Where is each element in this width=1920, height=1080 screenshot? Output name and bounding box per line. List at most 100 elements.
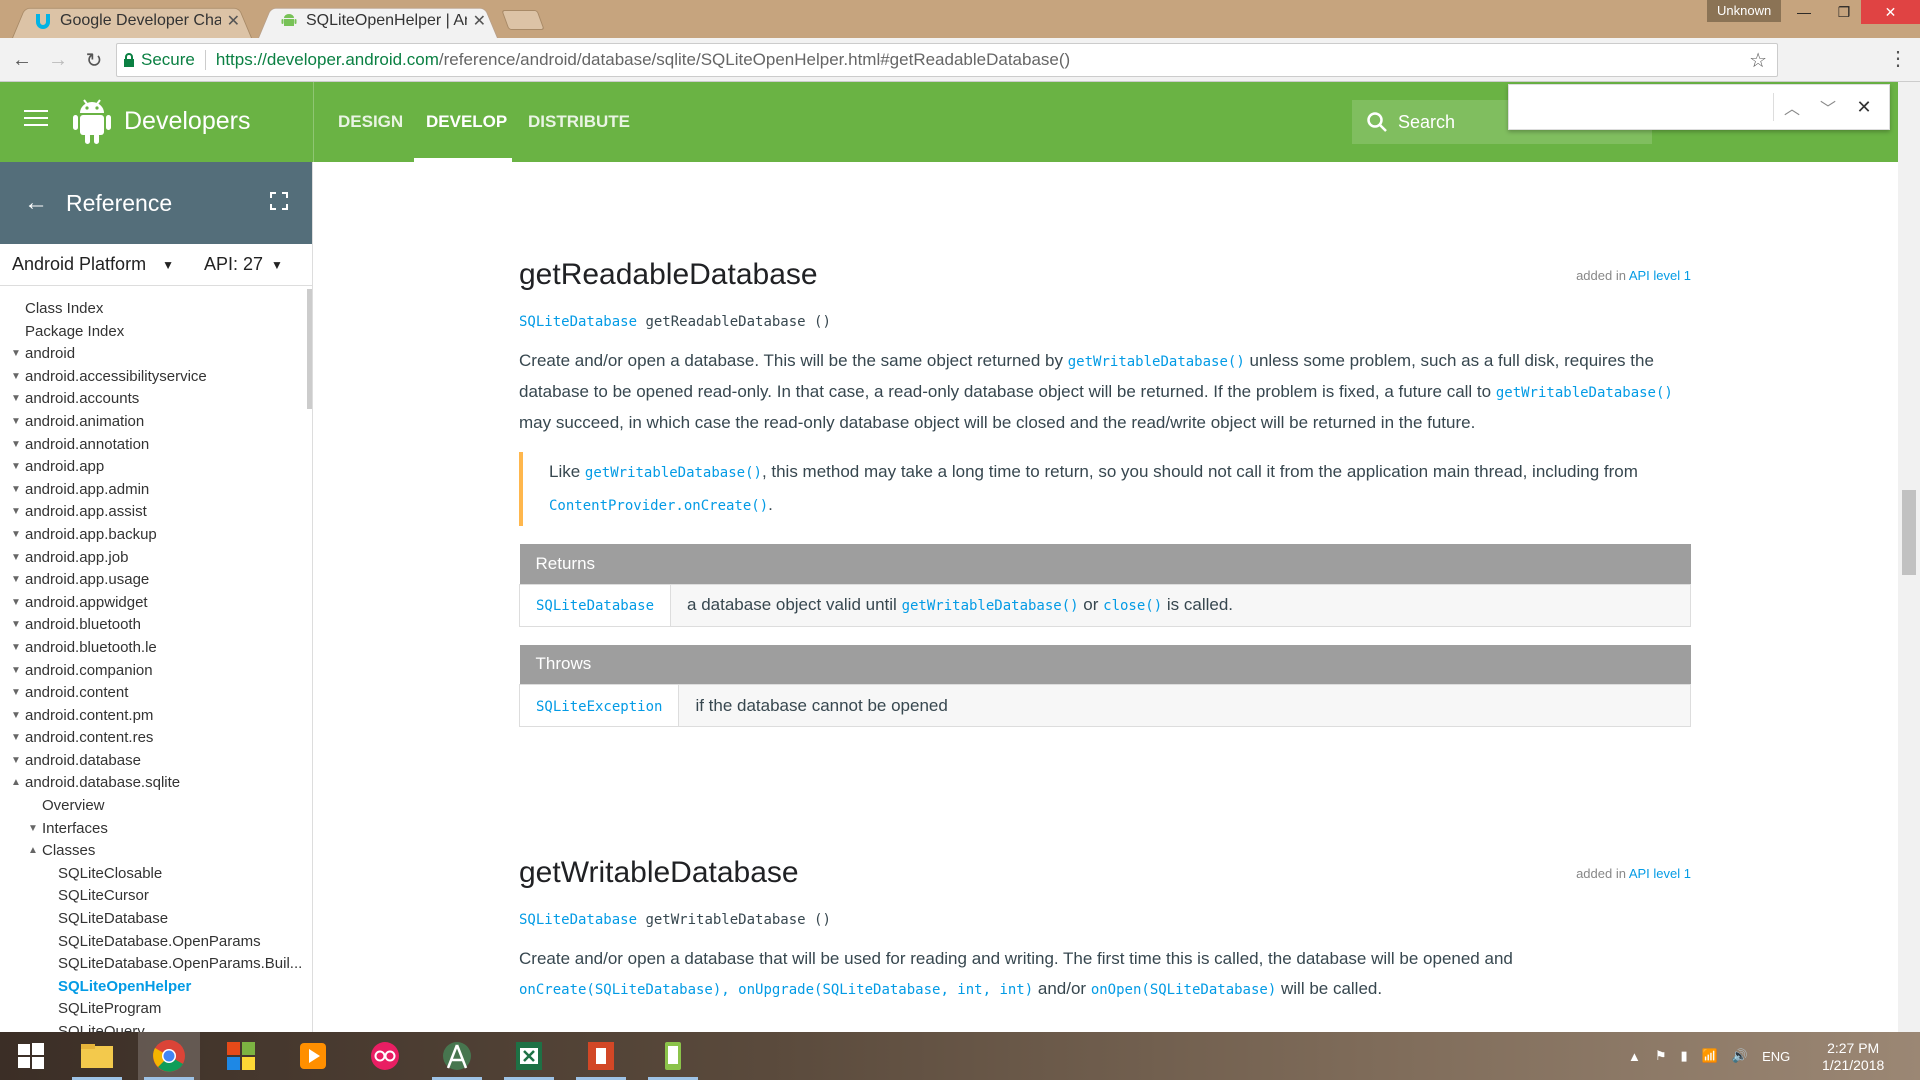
platform-dropdown[interactable]: Android Platform ▼ [12,254,184,276]
chevron-down-icon[interactable]: ▼ [11,411,21,434]
chevron-down-icon[interactable]: ▼ [11,501,21,524]
code-link[interactable]: getWritableDatabase() [902,598,1079,614]
flag-icon[interactable]: ⚑ [1655,1048,1667,1064]
return-type-link[interactable]: SQLiteDatabase [519,912,637,928]
type-link[interactable]: SQLiteDatabase [536,598,654,614]
chevron-down-icon[interactable]: ▼ [11,682,21,705]
media-player-icon[interactable] [282,1032,344,1080]
sidebar-item[interactable]: ▼ android.content.res [0,727,312,750]
chevron-down-icon[interactable]: ▼ [11,343,21,366]
chevron-down-icon[interactable]: ▼ [11,434,21,457]
sidebar-item[interactable]: ▼ android.bluetooth.le [0,637,312,660]
code-link[interactable]: ContentProvider.onCreate() [549,498,768,514]
chevron-down-icon[interactable]: ▼ [11,614,21,637]
api-level-link[interactable]: API level 1 [1629,866,1691,881]
chevron-up-icon[interactable]: ▲ [1628,1049,1641,1064]
chevron-up-icon[interactable]: ▲ [28,840,38,863]
chevron-down-icon[interactable]: ▼ [11,705,21,728]
find-input[interactable] [1509,85,1773,129]
sidebar-item[interactable]: Package Index [0,321,312,344]
hamburger-menu-icon[interactable] [24,110,48,128]
fullscreen-icon[interactable] [270,192,288,210]
back-icon[interactable]: ← [8,46,36,74]
sidebar-item[interactable]: ▼ android.app.usage [0,569,312,592]
nav-distribute[interactable]: DISTRIBUTE [528,112,630,132]
sidebar-item[interactable]: ▼ android.database [0,750,312,773]
sidebar-item[interactable]: ▼ android.accessibilityservice [0,366,312,389]
developers-logo[interactable]: Developers [72,97,250,145]
sidebar-item[interactable]: ▲ android.database.sqlite [0,772,312,795]
api-level-dropdown[interactable]: API: 27 ▼ [204,254,283,276]
flickr-icon[interactable] [354,1032,416,1080]
chevron-down-icon[interactable]: ▼ [11,637,21,660]
sidebar-item[interactable]: ▼ android.appwidget [0,592,312,615]
sidebar-item[interactable]: SQLiteDatabase.OpenParams [0,931,312,954]
chevron-down-icon[interactable]: ▼ [11,524,21,547]
window-close-button[interactable]: ✕ [1861,0,1920,24]
reload-icon[interactable]: ↻ [80,46,108,74]
volume-icon[interactable]: 🔊 [1732,1048,1748,1064]
tab-google-developer-challenge[interactable]: Google Developer Challe ✕ [12,4,252,38]
windows-start-icon[interactable] [0,1032,62,1080]
nav-design[interactable]: DESIGN [338,112,403,132]
clock[interactable]: 2:27 PM 1/21/2018 [1822,1040,1884,1074]
code-link[interactable]: getWritableDatabase() [1068,354,1245,370]
sidebar-item[interactable]: ▼ Interfaces [0,818,312,841]
code-link[interactable]: onCreate(SQLiteDatabase) [519,982,721,998]
forward-icon[interactable]: → [44,46,72,74]
sidebar-scrollbar[interactable] [307,289,312,409]
chevron-down-icon[interactable]: ▼ [11,479,21,502]
code-link[interactable]: onUpgrade(SQLiteDatabase, int, int) [738,982,1033,998]
sidebar-item[interactable]: ▼ android.app.assist [0,501,312,524]
sidebar-item[interactable]: Overview [0,795,312,818]
chevron-down-icon[interactable]: ▼ [11,456,21,479]
sidebar-item[interactable]: ▼ android.companion [0,660,312,683]
sidebar-item[interactable]: ▼ android.bluetooth [0,614,312,637]
profile-badge[interactable]: Unknown [1707,0,1782,22]
chrome-icon[interactable] [138,1032,200,1080]
return-type-link[interactable]: SQLiteDatabase [519,314,637,330]
sidebar-item[interactable]: ▼ android.content [0,682,312,705]
code-link[interactable]: getWritableDatabase() [1496,385,1673,401]
sidebar-item[interactable]: ▼ android.accounts [0,388,312,411]
arrow-back-icon[interactable]: ← [24,189,48,217]
sidebar-item[interactable]: ▼ android.annotation [0,434,312,457]
close-icon[interactable]: ✕ [473,11,486,31]
android-studio-icon[interactable] [426,1032,488,1080]
file-explorer-icon[interactable] [66,1032,128,1080]
close-icon[interactable]: ✕ [1846,97,1882,118]
bookmark-star-icon[interactable]: ☆ [1749,48,1767,73]
powerpoint-icon[interactable] [570,1032,632,1080]
sidebar-item[interactable]: ▼ android.app.job [0,547,312,570]
code-link[interactable]: close() [1103,598,1162,614]
chevron-down-icon[interactable]: ▼ [11,750,21,773]
browser-menu-icon[interactable]: ⋮ [1888,46,1908,71]
sidebar-item[interactable]: SQLiteProgram [0,998,312,1021]
language-indicator[interactable]: ENG [1762,1049,1790,1064]
new-tab-button[interactable] [501,10,545,30]
sidebar-item[interactable]: ▼ android.animation [0,411,312,434]
sidebar-item[interactable]: SQLiteOpenHelper [0,976,312,999]
code-link[interactable]: getWritableDatabase() [585,465,762,481]
chevron-down-icon[interactable]: ▼ [11,727,21,750]
sidebar-item[interactable]: ▼ android.app.backup [0,524,312,547]
sidebar-item[interactable]: Class Index [0,298,312,321]
tab-sqliteopenhelper[interactable]: SQLiteOpenHelper | And ✕ [258,4,498,38]
close-icon[interactable]: ✕ [227,11,240,31]
api-level-link[interactable]: API level 1 [1629,268,1691,283]
chevron-down-icon[interactable]: ▼ [11,592,21,615]
sidebar-item[interactable]: ▲ Classes [0,840,312,863]
nav-develop[interactable]: DEVELOP [426,112,507,132]
office-icon[interactable] [210,1032,272,1080]
chevron-up-icon[interactable]: ︿ [1774,95,1810,119]
url-text[interactable]: https://developer.android.com/reference/… [216,50,1070,70]
secure-indicator[interactable]: Secure [123,50,195,70]
sidebar-item[interactable]: ▼ android.content.pm [0,705,312,728]
excel-icon[interactable] [498,1032,560,1080]
chevron-up-icon[interactable]: ▲ [11,772,21,795]
chevron-down-icon[interactable]: ﹀ [1810,95,1846,119]
sidebar-item[interactable]: SQLiteDatabase [0,908,312,931]
code-link[interactable]: onOpen(SQLiteDatabase) [1091,982,1276,998]
chevron-down-icon[interactable]: ▼ [11,547,21,570]
type-link[interactable]: SQLiteException [536,699,662,715]
